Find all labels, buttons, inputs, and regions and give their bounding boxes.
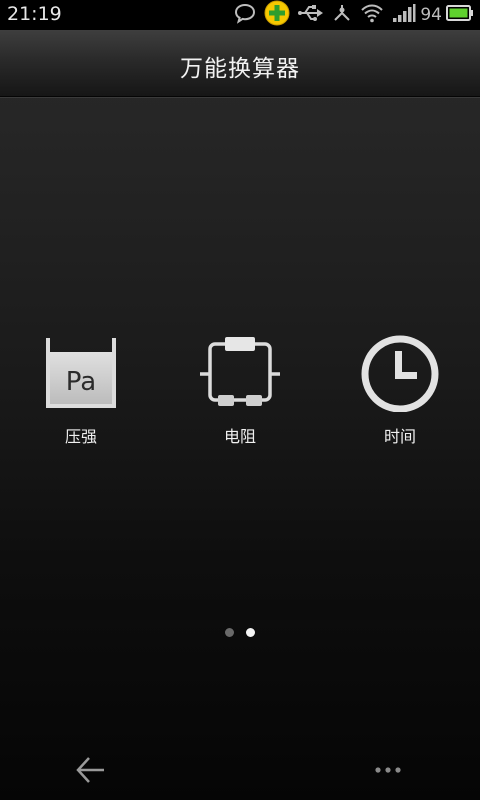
status-bar: 21:19 94: [0, 0, 480, 30]
more-button[interactable]: [366, 758, 410, 782]
grid-item-label: 压强: [64, 427, 97, 446]
wifi-icon: [360, 3, 384, 27]
converter-grid: Pa 压强 电阻 时间: [0, 330, 480, 450]
back-button[interactable]: [70, 752, 110, 788]
security-app-icon: [264, 0, 290, 30]
status-time: 21:19: [7, 3, 62, 25]
clock-icon: [360, 332, 440, 413]
back-arrow-icon: [76, 757, 104, 783]
status-icons: 94: [226, 0, 474, 30]
pa-text: Pa: [66, 367, 96, 397]
grid-item-label: 电阻: [223, 427, 256, 446]
usb-icon: [298, 4, 324, 26]
title-bar: 万能换算器: [0, 30, 480, 97]
chat-bubble-icon: [234, 2, 256, 28]
grid-item-time[interactable]: 时间: [345, 330, 455, 450]
grid-item-resistance[interactable]: 电阻: [185, 330, 295, 450]
app-screen: 21:19 94 万能换算器 Pa 压强 电阻 时间: [0, 0, 480, 800]
usb-debug-icon: [332, 3, 352, 27]
page-dot[interactable]: [225, 628, 235, 637]
page-indicator: [0, 622, 480, 637]
page-dot-active[interactable]: [245, 628, 255, 637]
grid-item-pressure[interactable]: Pa 压强: [26, 330, 136, 450]
bottom-nav-bar: [0, 740, 480, 800]
more-dots-icon: [375, 767, 401, 773]
pressure-pa-icon: Pa: [41, 332, 121, 412]
grid-item-label: 时间: [383, 427, 416, 446]
battery-icon: [446, 4, 474, 26]
battery-percent: 94: [420, 5, 442, 25]
page-title: 万能换算器: [180, 56, 300, 82]
resistor-icon: [200, 332, 280, 412]
signal-icon: [392, 3, 416, 27]
